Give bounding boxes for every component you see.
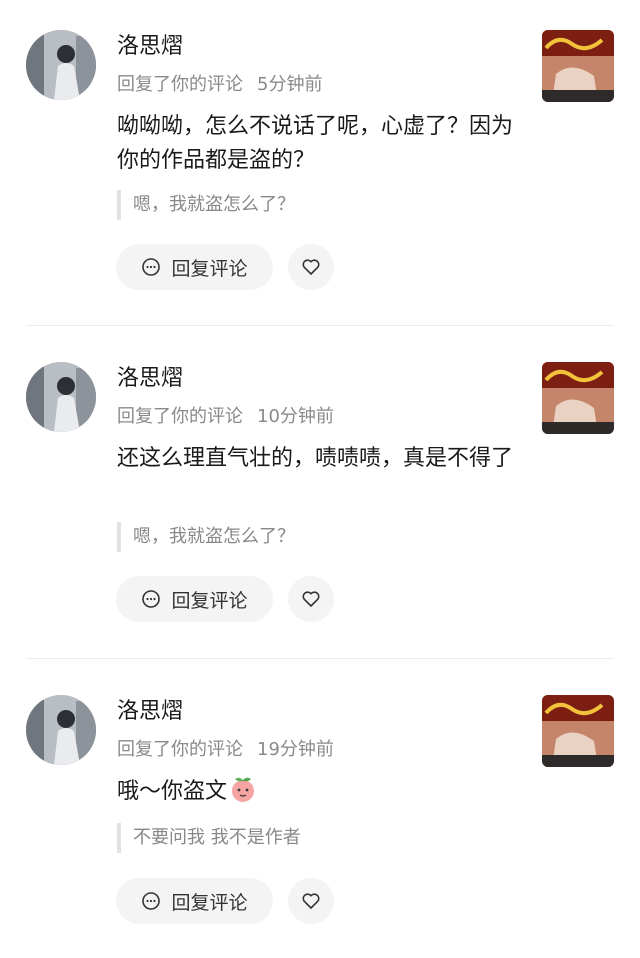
notification-meta: 回复了你的评论 5分钟前	[117, 72, 322, 98]
reply-comment-label: 回复评论	[171, 891, 248, 914]
work-thumbnail[interactable]	[542, 695, 614, 767]
divider	[26, 658, 614, 659]
comment-bubble-icon	[142, 892, 161, 910]
action-text: 回复了你的评论	[117, 739, 243, 760]
quoted-comment: 嗯，我就盗怎么了？	[117, 522, 295, 552]
heart-outline-icon	[302, 893, 320, 909]
timestamp: 19分钟前	[257, 739, 334, 760]
reply-comment-label: 回复评论	[171, 589, 248, 612]
reply-comment-label: 回复评论	[171, 257, 248, 280]
like-button[interactable]	[288, 576, 334, 622]
heart-outline-icon	[302, 591, 320, 607]
user-avatar[interactable]	[26, 362, 96, 432]
like-button[interactable]	[288, 244, 334, 290]
notification-meta: 回复了你的评论 10分钟前	[117, 404, 334, 430]
user-avatar[interactable]	[26, 695, 96, 765]
reply-comment-button[interactable]: 回复评论	[116, 878, 273, 924]
username[interactable]: 洛思熠	[117, 697, 183, 727]
username[interactable]: 洛思熠	[117, 32, 183, 62]
peach-emoji-icon	[232, 777, 255, 802]
notification-item[interactable]: 洛思熠 回复了你的评论 5分钟前 呦呦呦，怎么不说话了呢，心虚了？因为你的作品都是…	[0, 30, 640, 330]
timestamp: 10分钟前	[257, 406, 334, 427]
heart-outline-icon	[302, 259, 320, 275]
user-avatar[interactable]	[26, 30, 96, 100]
reply-content: 还这么理直气壮的，啧啧啧，真是不得了	[117, 446, 514, 471]
timestamp: 5分钟前	[257, 74, 323, 95]
action-text: 回复了你的评论	[117, 74, 243, 95]
reply-content: 呦呦呦，怎么不说话了呢，心虚了？因为你的作品都是盗的？	[117, 114, 514, 173]
like-button[interactable]	[288, 878, 334, 924]
quoted-comment: 嗯，我就盗怎么了？	[117, 190, 295, 220]
divider	[26, 325, 614, 326]
comment-bubble-icon	[142, 258, 161, 276]
notification-item[interactable]: 洛思熠 回复了你的评论 19分钟前 哦～你盗文 不要问我 我不是作者 回复评论	[0, 695, 640, 957]
work-thumbnail[interactable]	[542, 30, 614, 102]
notification-item[interactable]: 洛思熠 回复了你的评论 10分钟前 还这么理直气壮的，啧啧啧，真是不得了 嗯，我就…	[0, 362, 640, 662]
username[interactable]: 洛思熠	[117, 364, 183, 394]
comment-bubble-icon	[142, 590, 161, 608]
notification-meta: 回复了你的评论 19分钟前	[117, 737, 334, 763]
reply-comment-button[interactable]: 回复评论	[116, 244, 273, 290]
reply-comment-button[interactable]: 回复评论	[116, 576, 273, 622]
reply-content: 哦～你盗文	[117, 775, 517, 809]
reply-text: 哦～你盗文	[117, 779, 228, 804]
work-thumbnail[interactable]	[542, 362, 614, 434]
action-text: 回复了你的评论	[117, 406, 243, 427]
quoted-comment: 不要问我 我不是作者	[117, 823, 301, 853]
